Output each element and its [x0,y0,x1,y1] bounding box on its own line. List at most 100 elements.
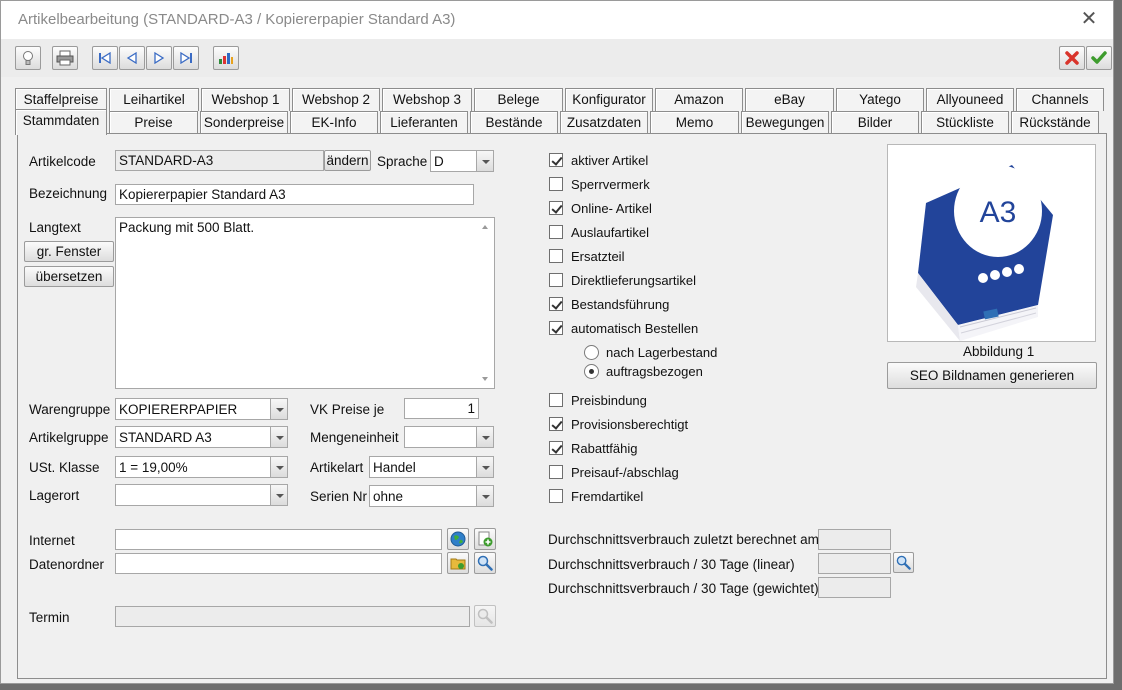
chevron-down-icon[interactable] [476,456,494,478]
ust-klasse-select[interactable]: 1 = 19,00% [115,456,288,478]
termin-field[interactable] [115,606,470,627]
tab-memo[interactable]: Memo [650,111,739,134]
tab-sonderpreise[interactable]: Sonderpreise [200,111,288,134]
checkbox-rabattfaehig[interactable]: Rabattfähig [549,439,638,457]
tab-webshop-1[interactable]: Webshop 1 [201,88,290,111]
tab-yatego[interactable]: Yatego [836,88,924,111]
tab-rueckstaende[interactable]: Rückstände [1011,111,1099,134]
search-icon[interactable] [893,552,914,573]
checkbox-box[interactable] [549,489,563,503]
tab-staffelpreise[interactable]: Staffelpreise [15,88,107,111]
checkbox-automatisch-bestellen[interactable]: automatisch Bestellen [549,319,698,337]
add-document-icon[interactable] [474,528,496,550]
lightbulb-icon[interactable] [15,46,41,70]
checkbox-sperrvermerk[interactable]: Sperrvermerk [549,175,650,193]
datenordner-field[interactable] [115,553,442,574]
radio-circle[interactable] [584,344,599,360]
gr-fenster-button[interactable]: gr. Fenster [24,241,114,262]
seo-bildnamen-button[interactable]: SEO Bildnamen generieren [887,362,1097,389]
cancel-icon[interactable] [1059,46,1085,70]
tab-ebay[interactable]: eBay [745,88,834,111]
first-record-icon[interactable] [92,46,118,70]
search-icon[interactable] [474,605,496,627]
tab-bewegungen[interactable]: Bewegungen [741,111,829,134]
radio-circle[interactable] [584,363,599,379]
tab-ek-info[interactable]: EK-Info [290,111,378,134]
chevron-down-icon[interactable] [270,484,288,506]
mengeneinheit-value [404,426,477,448]
close-icon[interactable]: ✕ [1079,8,1099,30]
radio-nach-lagerbestand[interactable]: nach Lagerbestand [584,343,717,361]
tab-bestaende[interactable]: Bestände [470,111,558,134]
search-icon[interactable] [474,552,496,574]
langtext-scrollbar[interactable] [477,218,494,388]
tab-leihartikel[interactable]: Leihartikel [109,88,199,111]
globe-icon[interactable] [447,528,469,550]
chevron-down-icon[interactable] [476,426,494,448]
tab-stueckliste[interactable]: Stückliste [921,111,1009,134]
tab-zusatzdaten[interactable]: Zusatzdaten [560,111,648,134]
seriennr-select[interactable]: ohne [369,485,494,507]
checkbox-direktlieferungsartikel[interactable]: Direktlieferungsartikel [549,271,696,289]
last-record-icon[interactable] [173,46,199,70]
checkbox-box[interactable] [549,393,563,407]
chevron-down-icon[interactable] [476,150,494,172]
uebersetzen-button[interactable]: übersetzen [24,266,114,287]
tab-channels[interactable]: Channels [1016,88,1104,111]
artikelgruppe-select[interactable]: STANDARD A3 [115,426,288,448]
confirm-icon[interactable] [1086,46,1112,70]
checkbox-fremdartikel[interactable]: Fremdartikel [549,487,643,505]
radio-auftragsbezogen[interactable]: auftragsbezogen [584,362,703,380]
tab-belege[interactable]: Belege [474,88,563,111]
warengruppe-select[interactable]: KOPIERERPAPIER [115,398,288,420]
checkbox-aktiver-artikel[interactable]: aktiver Artikel [549,151,648,169]
langtext-textarea[interactable]: Packung mit 500 Blatt. [115,217,495,389]
tab-amazon[interactable]: Amazon [655,88,743,111]
checkbox-box[interactable] [549,249,563,263]
checkbox-provisionsberechtigt[interactable]: Provisionsberechtigt [549,415,688,433]
tab-lieferanten[interactable]: Lieferanten [380,111,468,134]
chevron-down-icon[interactable] [476,485,494,507]
checkbox-box[interactable] [549,273,563,287]
previous-record-icon[interactable] [119,46,145,70]
lagerort-select[interactable] [115,484,288,506]
vk-preise-field[interactable]: 1 [404,398,479,419]
checkbox-preisbindung[interactable]: Preisbindung [549,391,647,409]
mengeneinheit-select[interactable] [404,426,494,448]
checkbox-box[interactable] [549,321,563,335]
checkbox-online-artikel[interactable]: Online- Artikel [549,199,652,217]
artikelart-select[interactable]: Handel [369,456,494,478]
tab-webshop-3[interactable]: Webshop 3 [382,88,472,111]
checkbox-box[interactable] [549,177,563,191]
checkbox-bestandsfuehrung[interactable]: Bestandsführung [549,295,669,313]
printer-icon[interactable] [52,46,78,70]
folder-icon[interactable] [447,552,469,574]
chart-icon[interactable] [213,46,239,70]
tab-stammdaten[interactable]: Stammdaten [15,109,107,135]
tab-webshop-2[interactable]: Webshop 2 [292,88,380,111]
article-image[interactable]: A3 [887,144,1096,342]
chevron-down-icon[interactable] [270,398,288,420]
checkbox-box[interactable] [549,225,563,239]
checkbox-box[interactable] [549,441,563,455]
chevron-down-icon[interactable] [270,426,288,448]
checkbox-preisauf-abschlag[interactable]: Preisauf-/abschlag [549,463,679,481]
checkbox-box[interactable] [549,465,563,479]
tab-konfigurator[interactable]: Konfigurator [565,88,653,111]
aendern-button[interactable]: ändern [324,150,371,171]
checkbox-box[interactable] [549,201,563,215]
checkbox-ersatzteil[interactable]: Ersatzteil [549,247,624,265]
checkbox-auslaufartikel[interactable]: Auslaufartikel [549,223,649,241]
artikelcode-field[interactable]: STANDARD-A3 [115,150,324,171]
checkbox-box[interactable] [549,297,563,311]
next-record-icon[interactable] [146,46,172,70]
sprache-select[interactable]: D [430,150,494,172]
chevron-down-icon[interactable] [270,456,288,478]
tab-bilder[interactable]: Bilder [831,111,919,134]
tab-preise[interactable]: Preise [109,111,198,134]
tab-allyouneed[interactable]: Allyouneed [926,88,1014,111]
bezeichnung-field[interactable]: Kopiererpapier Standard A3 [115,184,474,205]
checkbox-box[interactable] [549,417,563,431]
checkbox-box[interactable] [549,153,563,167]
internet-field[interactable] [115,529,442,550]
